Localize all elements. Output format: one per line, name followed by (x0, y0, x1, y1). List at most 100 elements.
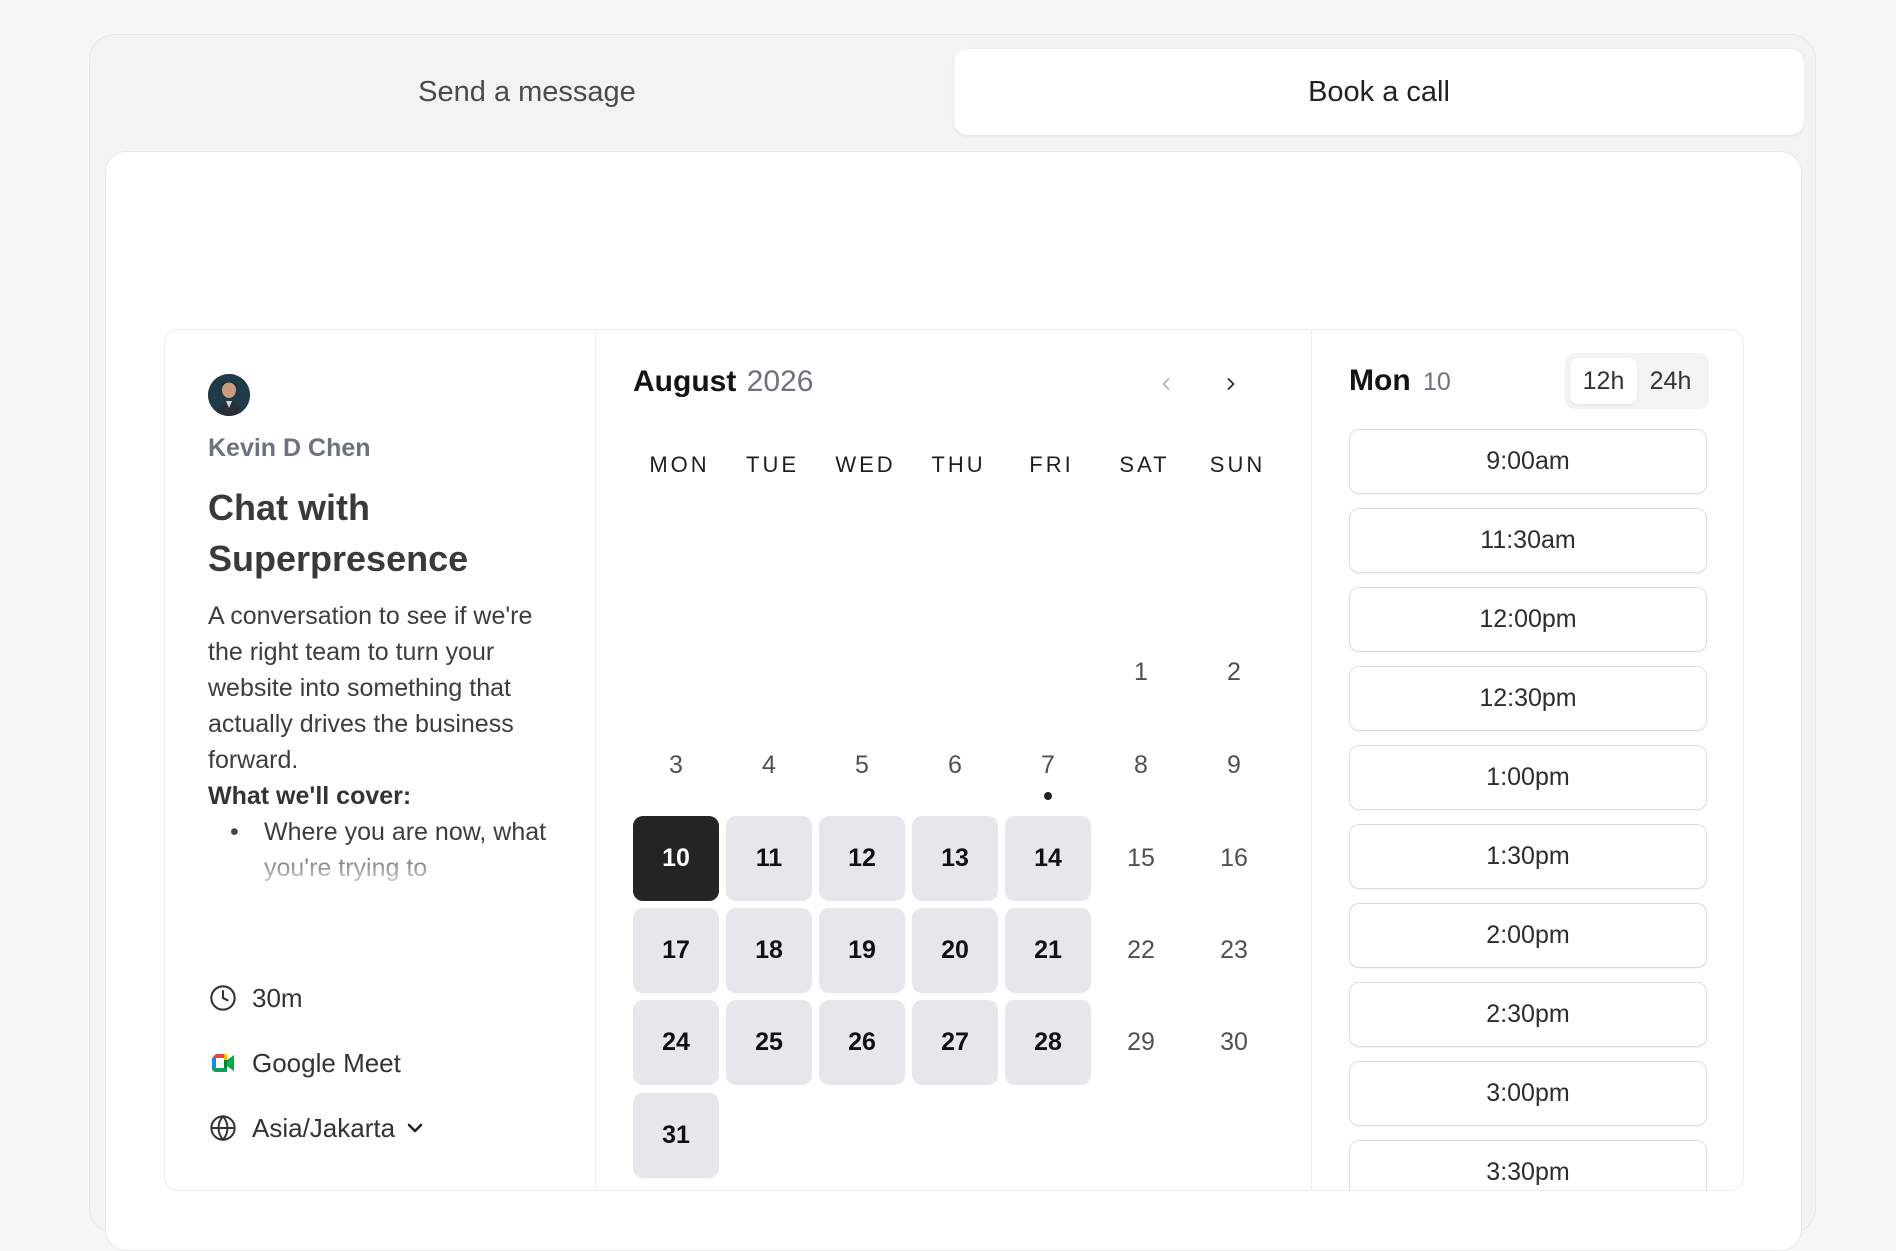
calendar-day[interactable]: 18 (726, 908, 812, 993)
selected-day-label: Mon 10 (1349, 364, 1451, 398)
calendar-day: 30 (1191, 1000, 1277, 1085)
calendar-day[interactable]: 19 (819, 908, 905, 993)
avatar (208, 374, 250, 416)
calendar-day-number: 17 (662, 936, 690, 964)
time-slot-button[interactable]: 3:30pm (1349, 1140, 1707, 1190)
calendar-day[interactable]: 17 (633, 908, 719, 993)
contact-card: Send a message Book a call Kevin D Chen … (89, 34, 1816, 1251)
event-location: Google Meet (208, 1046, 401, 1080)
calendar-day[interactable]: 31 (633, 1093, 719, 1178)
format-12h-button[interactable]: 12h (1570, 358, 1637, 404)
time-slot-button[interactable]: 12:30pm (1349, 666, 1707, 731)
calendar: August 2026 MON TUE WED THU FRI SAT SUN … (596, 330, 1312, 1190)
calendar-day: 29 (1098, 1000, 1184, 1085)
selected-day-number: 10 (1422, 368, 1451, 396)
calendar-day: 3 (633, 723, 719, 808)
description-text: A conversation to see if we're the right… (208, 602, 533, 774)
time-slot-button[interactable]: 11:30am (1349, 508, 1707, 573)
calendar-day-number: 24 (662, 1028, 690, 1056)
calendar-day[interactable]: 13 (912, 816, 998, 901)
timezone-select[interactable]: Asia/Jakarta (208, 1111, 429, 1145)
calendar-day-number: 13 (941, 844, 969, 872)
calendar-day-number: 25 (755, 1028, 783, 1056)
weekday-sat: SAT (1119, 452, 1170, 477)
calendar-day[interactable]: 25 (726, 1000, 812, 1085)
calendar-day-number: 26 (848, 1028, 876, 1056)
time-slot-button[interactable]: 1:00pm (1349, 745, 1707, 810)
booker-widget: Kevin D Chen Chat with Superpresence A c… (164, 329, 1744, 1191)
calendar-day: 16 (1191, 816, 1277, 901)
calendar-day-number: 27 (941, 1028, 969, 1056)
calendar-day: 6 (912, 723, 998, 808)
weekday-wed: WED (835, 452, 896, 477)
calendar-day[interactable]: 14 (1005, 816, 1091, 901)
time-slot-button[interactable]: 3:00pm (1349, 1061, 1707, 1126)
time-slot-button[interactable]: 1:30pm (1349, 824, 1707, 889)
event-description: A conversation to see if we're the right… (208, 598, 548, 888)
calendar-day[interactable]: 11 (726, 816, 812, 901)
weekday-fri: FRI (1029, 452, 1074, 477)
cover-list: Where you are now, what you're trying to (208, 814, 548, 886)
calendar-day: 7 (1005, 723, 1091, 808)
calendar-day: 15 (1098, 816, 1184, 901)
weekday-thu: THU (931, 452, 986, 477)
cover-heading: What we'll cover: (208, 782, 412, 810)
next-month-button[interactable] (1213, 368, 1249, 404)
calendar-day[interactable]: 21 (1005, 908, 1091, 993)
calendar-day-number: 12 (848, 844, 876, 872)
booking-panel: Kevin D Chen Chat with Superpresence A c… (105, 151, 1802, 1251)
selected-day-name: Mon (1349, 364, 1411, 397)
chevron-left-icon (1156, 374, 1176, 399)
weekday-sun: SUN (1209, 452, 1266, 477)
tab-book-call[interactable]: Book a call (954, 49, 1804, 135)
time-slot-button[interactable]: 2:30pm (1349, 982, 1707, 1047)
format-24h-button[interactable]: 24h (1637, 358, 1704, 404)
prev-month-button[interactable] (1148, 368, 1184, 404)
calendar-day-number: 15 (1127, 844, 1155, 872)
clock-icon (208, 983, 238, 1013)
month-label: August 2026 (633, 365, 813, 399)
time-slot-button[interactable]: 9:00am (1349, 429, 1707, 494)
calendar-day-number: 16 (1220, 844, 1248, 872)
calendar-day: 4 (726, 723, 812, 808)
calendar-day-number: 28 (1034, 1028, 1062, 1056)
chevron-down-icon (403, 1115, 429, 1141)
time-slot-button[interactable]: 12:00pm (1349, 587, 1707, 652)
calendar-day-number: 6 (948, 751, 962, 779)
calendar-day[interactable]: 10 (633, 816, 719, 901)
calendar-day-number: 8 (1134, 751, 1148, 779)
timezone-label: Asia/Jakarta (252, 1112, 396, 1143)
time-format-toggle: 12h 24h (1565, 353, 1709, 409)
calendar-day[interactable]: 26 (819, 1000, 905, 1085)
google-meet-icon (208, 1048, 238, 1078)
calendar-day: 22 (1098, 908, 1184, 993)
calendar-day-number: 18 (755, 936, 783, 964)
tab-send-message[interactable]: Send a message (104, 49, 950, 135)
organizer-name: Kevin D Chen (208, 434, 371, 462)
calendar-day-number: 29 (1127, 1028, 1155, 1056)
slot-list: 9:00am 11:30am 12:00pm 12:30pm 1:00pm 1:30pm 2… (1349, 429, 1709, 1190)
weekday-mon: MON (649, 452, 710, 477)
calendar-day: 9 (1191, 723, 1277, 808)
calendar-day-number: 2 (1227, 658, 1241, 686)
calendar-day-number: 23 (1220, 936, 1248, 964)
cover-list-item: Where you are now, what you're trying to (230, 814, 548, 886)
calendar-day-number: 19 (848, 936, 876, 964)
event-info: Kevin D Chen Chat with Superpresence A c… (165, 330, 596, 1190)
calendar-day[interactable]: 28 (1005, 1000, 1091, 1085)
today-indicator (1044, 792, 1052, 800)
calendar-day[interactable]: 24 (633, 1000, 719, 1085)
weekday-tue: TUE (746, 452, 799, 477)
event-title: Chat with Superpresence (208, 487, 469, 579)
calendar-day: 2 (1191, 630, 1277, 715)
calendar-day: 23 (1191, 908, 1277, 993)
calendar-day[interactable]: 12 (819, 816, 905, 901)
weekday-header: MON TUE WED THU FRI SAT SUN (633, 452, 1288, 478)
calendar-day-number: 5 (855, 751, 869, 779)
calendar-day-number: 31 (662, 1121, 690, 1149)
time-slot-button[interactable]: 2:00pm (1349, 903, 1707, 968)
calendar-day-number: 14 (1034, 844, 1062, 872)
calendar-day[interactable]: 27 (912, 1000, 998, 1085)
calendar-day: 5 (819, 723, 905, 808)
calendar-day[interactable]: 20 (912, 908, 998, 993)
